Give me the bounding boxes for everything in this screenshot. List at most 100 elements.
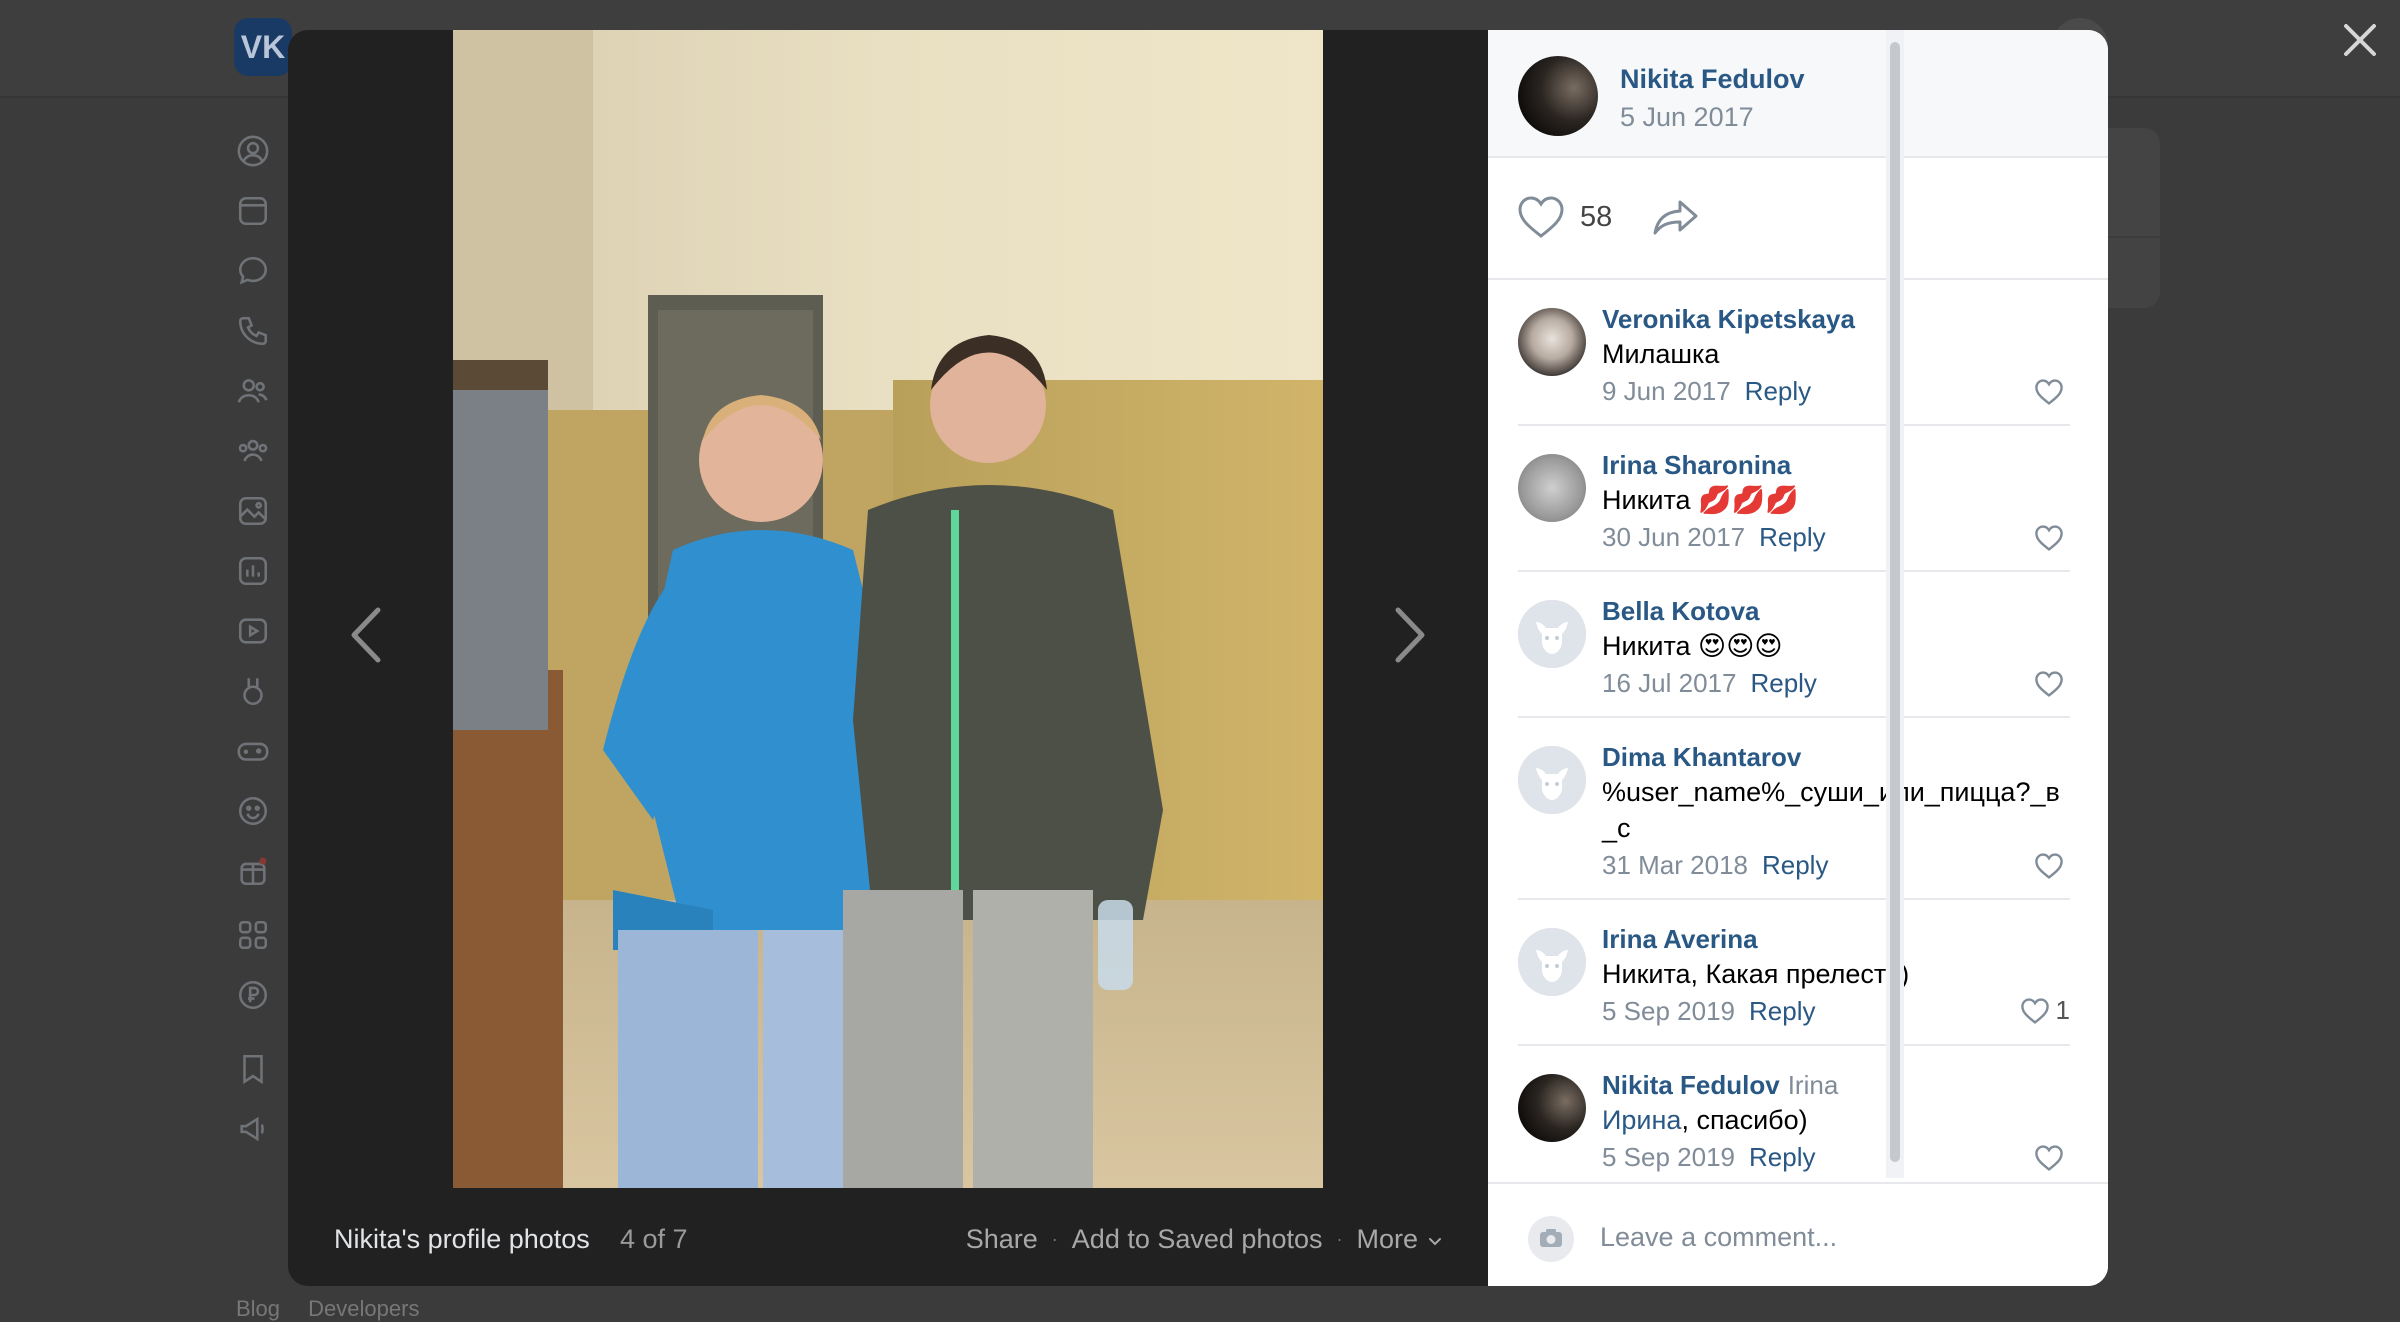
comment-input[interactable] bbox=[1598, 1208, 2082, 1266]
comment-item: Dima Khantarov %user_name%_суши_или_пицц… bbox=[1518, 718, 2070, 900]
comment-text: , спасибо) bbox=[1681, 1105, 1808, 1135]
payments-icon bbox=[236, 978, 270, 1012]
comment-like-button[interactable] bbox=[2034, 524, 2070, 552]
close-viewer-button[interactable] bbox=[2336, 16, 2384, 64]
commenter-avatar[interactable] bbox=[1518, 746, 1586, 814]
heart-icon bbox=[1518, 196, 1564, 238]
heart-icon bbox=[2035, 379, 2063, 405]
apps-icon bbox=[236, 918, 270, 952]
heart-icon bbox=[2035, 1145, 2063, 1171]
separator-dot: · bbox=[1051, 1229, 1058, 1249]
comment-item: Irina Sharonina Никита 💋💋💋 30 Jun 2017 Re… bbox=[1518, 426, 2070, 572]
close-icon bbox=[2344, 24, 2376, 56]
album-title[interactable]: Nikita's profile photos bbox=[334, 1224, 590, 1255]
clips-icon bbox=[236, 674, 270, 708]
chevron-down-icon bbox=[1429, 1237, 1441, 1246]
footer-link-developers: Developers bbox=[308, 1296, 420, 1321]
comment-like-count: 1 bbox=[2055, 995, 2070, 1025]
comment-author[interactable]: Bella Kotova bbox=[1602, 594, 2070, 628]
post-author-header: Nikita Fedulov 5 Jun 2017 bbox=[1488, 30, 2108, 158]
comment-date[interactable]: 30 Jun 2017 bbox=[1602, 522, 1745, 552]
comment-text: %user_name%_суши_или_пицца?_в_с bbox=[1602, 777, 2060, 843]
comment-author[interactable]: Irina Averina bbox=[1602, 922, 2070, 956]
photo[interactable] bbox=[453, 30, 1323, 1188]
ads-icon bbox=[236, 1112, 270, 1146]
chevron-left-icon bbox=[351, 607, 381, 663]
share-action[interactable]: Share bbox=[966, 1224, 1038, 1255]
comment-date[interactable]: 5 Sep 2019 bbox=[1602, 996, 1735, 1026]
separator-dot: · bbox=[1336, 1229, 1343, 1249]
author-name[interactable]: Nikita Fedulov bbox=[1620, 64, 1805, 95]
photo-counter: 4 of 7 bbox=[620, 1224, 688, 1254]
comments-scrollbar-thumb[interactable] bbox=[1890, 42, 1900, 1162]
reply-button[interactable]: Reply bbox=[1750, 668, 1816, 698]
reply-addressee[interactable]: Irina bbox=[1788, 1070, 1839, 1100]
comment-author[interactable]: Dima Khantarov bbox=[1602, 740, 2070, 774]
reactions-bar: 58 bbox=[1488, 158, 2108, 280]
comment-author[interactable]: Irina Sharonina bbox=[1602, 448, 2070, 482]
reply-button[interactable]: Reply bbox=[1762, 850, 1828, 880]
news-icon bbox=[236, 194, 270, 228]
photo-image bbox=[453, 30, 1323, 1188]
post-date[interactable]: 5 Jun 2017 bbox=[1620, 102, 1754, 133]
next-photo-button[interactable] bbox=[1378, 590, 1438, 680]
attach-photo-button[interactable] bbox=[1528, 1216, 1574, 1262]
heart-icon bbox=[2020, 997, 2049, 1024]
comment-like-button[interactable]: 1 bbox=[2020, 995, 2070, 1026]
comment-composer bbox=[1488, 1182, 2108, 1286]
camera-icon bbox=[1540, 1229, 1562, 1247]
author-avatar[interactable] bbox=[1518, 56, 1598, 136]
vk-logo: VK bbox=[234, 18, 292, 76]
games-icon bbox=[236, 734, 270, 768]
messages-icon bbox=[236, 254, 270, 288]
commenter-avatar[interactable] bbox=[1518, 308, 1586, 376]
comment-item: Bella Kotova Никита 😍😍😍 16 Jul 2017 Reply bbox=[1518, 572, 2070, 718]
comment-author[interactable]: Nikita Fedulov bbox=[1602, 1070, 1780, 1100]
comment-like-button[interactable] bbox=[2034, 378, 2070, 406]
comment-item: Veronika Kipetskaya Милашка 9 Jun 2017 Re… bbox=[1518, 280, 2070, 426]
commenter-avatar[interactable] bbox=[1518, 928, 1586, 996]
commenter-avatar[interactable] bbox=[1518, 454, 1586, 522]
photo-viewer: Nikita's profile photos 4 of 7 Share · A… bbox=[288, 30, 2108, 1286]
reply-button[interactable]: Reply bbox=[1749, 996, 1815, 1026]
heart-icon bbox=[2035, 853, 2063, 879]
like-button[interactable]: 58 bbox=[1516, 194, 1612, 240]
comment-like-button[interactable] bbox=[2034, 670, 2070, 698]
previous-photo-button[interactable] bbox=[338, 590, 398, 680]
comment-text: Никита 😍😍😍 bbox=[1602, 631, 1783, 661]
share-button[interactable] bbox=[1650, 192, 1704, 242]
more-actions-dropdown[interactable]: More bbox=[1356, 1224, 1444, 1255]
reply-button[interactable]: Reply bbox=[1759, 522, 1825, 552]
commenter-avatar[interactable] bbox=[1518, 600, 1586, 668]
photo-pane: Nikita's profile photos 4 of 7 Share · A… bbox=[288, 30, 1488, 1286]
more-label: More bbox=[1356, 1224, 1418, 1254]
comment-date[interactable]: 16 Jul 2017 bbox=[1602, 668, 1736, 698]
photo-actions: Share · Add to Saved photos · More bbox=[966, 1224, 1444, 1255]
default-avatar-icon bbox=[1518, 600, 1586, 668]
communities-icon bbox=[236, 434, 270, 468]
music-icon bbox=[236, 554, 270, 588]
bookmarks-icon bbox=[236, 1052, 270, 1086]
default-avatar-icon bbox=[1518, 746, 1586, 814]
save-to-saved-photos-action[interactable]: Add to Saved photos bbox=[1072, 1224, 1323, 1255]
comment-item: Irina Averina Никита, Какая прелесть) 5 … bbox=[1518, 900, 2070, 1046]
comment-like-button[interactable] bbox=[2034, 852, 2070, 880]
comment-like-button[interactable] bbox=[2034, 1144, 2070, 1172]
videos-icon bbox=[236, 614, 270, 648]
default-avatar-icon bbox=[1518, 928, 1586, 996]
reply-button[interactable]: Reply bbox=[1749, 1142, 1815, 1172]
share-arrow-icon bbox=[1653, 200, 1698, 235]
comment-item: Nikita Fedulov Irina Ирина, спасибо) 5 Se… bbox=[1518, 1046, 2070, 1190]
info-panel: Nikita Fedulov 5 Jun 2017 58 Veronika Ki… bbox=[1488, 30, 2108, 1286]
comment-date[interactable]: 31 Mar 2018 bbox=[1602, 850, 1748, 880]
left-sidebar-nav bbox=[236, 134, 282, 1172]
footer-link-blog: Blog bbox=[236, 1296, 281, 1321]
reply-button[interactable]: Reply bbox=[1745, 376, 1811, 406]
heart-icon bbox=[2035, 671, 2063, 697]
commenter-avatar[interactable] bbox=[1518, 1074, 1586, 1142]
stickers-icon bbox=[236, 794, 270, 828]
comment-author[interactable]: Veronika Kipetskaya bbox=[1602, 302, 2070, 336]
comment-mention[interactable]: Ирина bbox=[1602, 1105, 1681, 1135]
comment-date[interactable]: 9 Jun 2017 bbox=[1602, 376, 1731, 406]
comment-date[interactable]: 5 Sep 2019 bbox=[1602, 1142, 1735, 1172]
